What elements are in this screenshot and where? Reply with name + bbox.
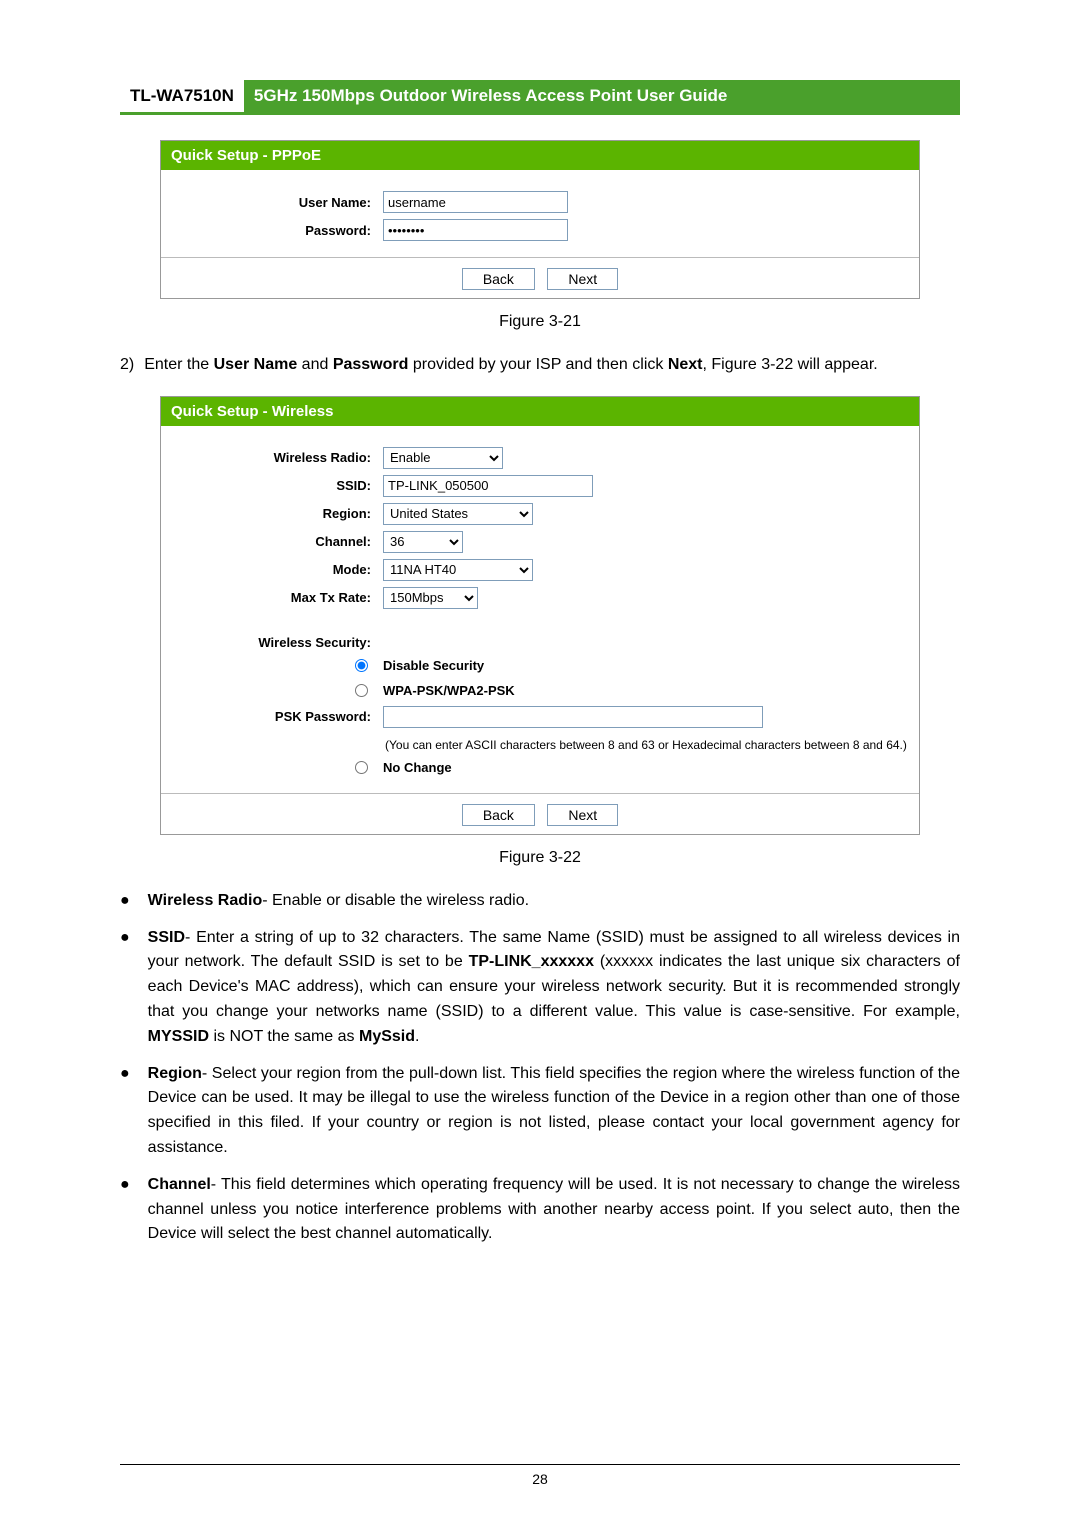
username-input[interactable] <box>383 191 568 213</box>
next-button-2[interactable]: Next <box>547 804 618 826</box>
password-input[interactable] <box>383 219 568 241</box>
radio-wpa-psk[interactable] <box>355 684 368 697</box>
wireless-radio-select[interactable]: Enable <box>383 447 503 469</box>
feature-list: Wireless Radio- Enable or disable the wi… <box>120 889 960 1247</box>
next-button[interactable]: Next <box>547 268 618 290</box>
psk-password-input[interactable] <box>383 706 763 728</box>
label-psk-password: PSK Password: <box>171 709 383 724</box>
doc-title: 5GHz 150Mbps Outdoor Wireless Access Poi… <box>244 80 960 112</box>
mode-select[interactable]: 11NA HT40 <box>383 559 533 581</box>
label-wireless-radio: Wireless Radio: <box>171 450 383 465</box>
page-footer: 28 <box>120 1464 960 1487</box>
opt-disable-security: Disable Security <box>383 658 484 673</box>
label-wireless-security: Wireless Security: <box>171 635 383 650</box>
region-select[interactable]: United States <box>383 503 533 525</box>
maxtxrate-select[interactable]: 150Mbps <box>383 587 478 609</box>
bullet-wireless-radio: Wireless Radio- Enable or disable the wi… <box>148 889 960 914</box>
label-ssid: SSID: <box>171 478 383 493</box>
label-mode: Mode: <box>171 562 383 577</box>
label-max-tx-rate: Max Tx Rate: <box>171 590 383 605</box>
back-button-2[interactable]: Back <box>462 804 535 826</box>
step2-text: 2) Enter the User Name and Password prov… <box>120 353 960 378</box>
ssid-input[interactable] <box>383 475 593 497</box>
label-region: Region: <box>171 506 383 521</box>
pppoe-panel: Quick Setup - PPPoE User Name: Password:… <box>160 140 920 299</box>
wireless-panel-title: Quick Setup - Wireless <box>161 397 919 426</box>
opt-wpa-psk: WPA-PSK/WPA2-PSK <box>383 683 515 698</box>
page-number: 28 <box>532 1471 548 1487</box>
label-password: Password: <box>171 223 383 238</box>
bullet-ssid: SSID- Enter a string of up to 32 charact… <box>148 926 960 1050</box>
label-channel: Channel: <box>171 534 383 549</box>
bullet-region: Region- Select your region from the pull… <box>148 1062 960 1161</box>
opt-no-change: No Change <box>383 760 452 775</box>
figure-caption-2: Figure 3-22 <box>120 849 960 867</box>
wireless-panel: Quick Setup - Wireless Wireless Radio: E… <box>160 396 920 835</box>
bullet-channel: Channel- This field determines which ope… <box>148 1173 960 1247</box>
pppoe-panel-title: Quick Setup - PPPoE <box>161 141 919 170</box>
step-number: 2) <box>120 353 144 378</box>
channel-select[interactable]: 36 <box>383 531 463 553</box>
radio-disable-security[interactable] <box>355 659 368 672</box>
model-label: TL-WA7510N <box>120 80 244 112</box>
label-username: User Name: <box>171 195 383 210</box>
back-button[interactable]: Back <box>462 268 535 290</box>
radio-no-change[interactable] <box>355 761 368 774</box>
psk-help-text: (You can enter ASCII characters between … <box>381 734 909 752</box>
figure-caption-1: Figure 3-21 <box>120 313 960 331</box>
doc-header: TL-WA7510N 5GHz 150Mbps Outdoor Wireless… <box>120 80 960 115</box>
